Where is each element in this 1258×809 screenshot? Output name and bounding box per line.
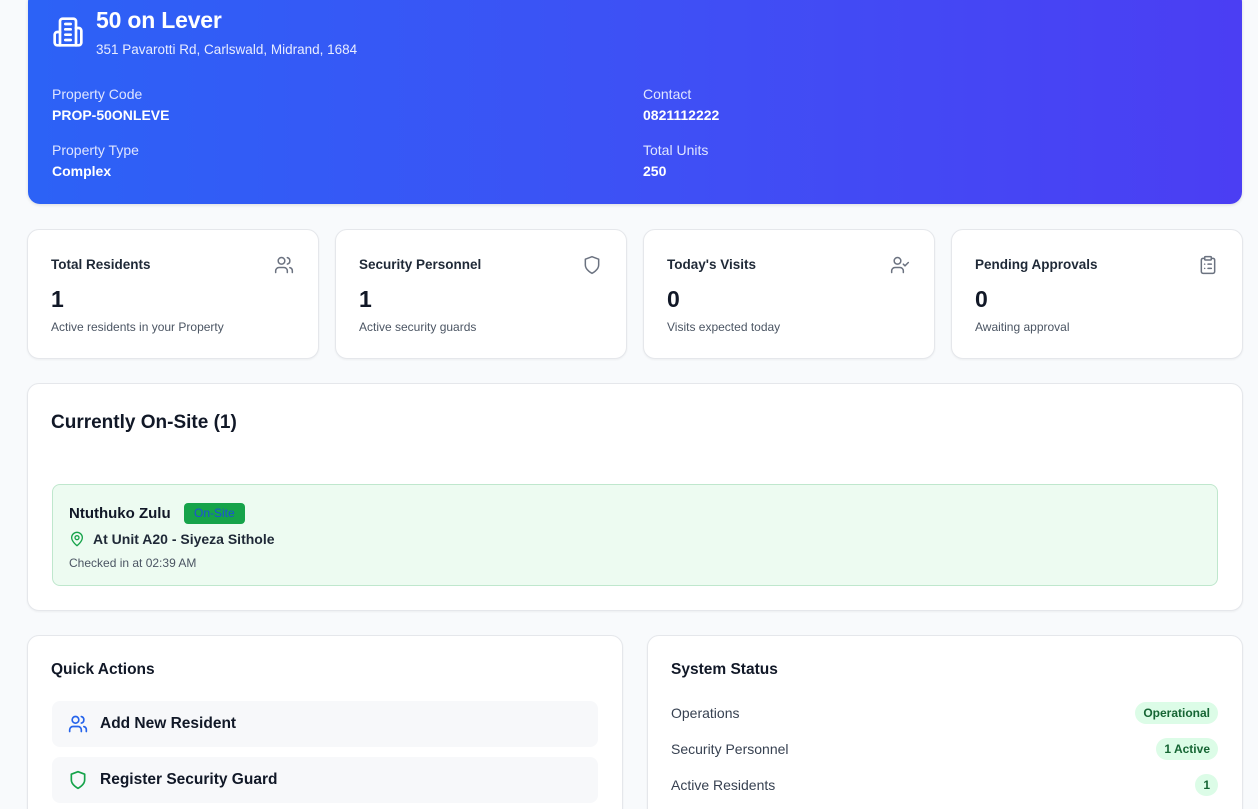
visitor-card[interactable]: Ntuthuko Zulu On-Site At Unit A20 - Siye… <box>52 484 1218 586</box>
stat-title: Pending Approvals <box>975 257 1098 272</box>
stat-value: 0 <box>667 286 680 312</box>
status-badge: 1 <box>1195 774 1218 796</box>
quick-actions-panel: Quick Actions Add New Resident Register … <box>27 635 623 809</box>
property-name: 50 on Lever <box>96 7 222 33</box>
property-type-value: Complex <box>52 163 112 179</box>
quick-actions-title: Quick Actions <box>51 661 155 678</box>
stat-subtitle: Visits expected today <box>667 320 781 334</box>
users-icon <box>274 256 294 274</box>
onsite-panel: Currently On-Site (1) Ntuthuko Zulu On-S… <box>27 383 1243 611</box>
property-address: 351 Pavarotti Rd, Carlswald, Midrand, 16… <box>96 42 358 57</box>
stat-subtitle: Active security guards <box>359 320 477 334</box>
stat-title: Security Personnel <box>359 257 482 272</box>
add-new-resident-button[interactable]: Add New Resident <box>52 701 598 747</box>
status-row-operations: Operations Operational <box>671 701 1218 725</box>
property-code-value: PROP-50ONLEVE <box>52 107 170 123</box>
shield-icon <box>70 770 86 790</box>
dashboard-page: 50 on Lever 351 Pavarotti Rd, Carlswald,… <box>0 0 1258 809</box>
onsite-title: Currently On-Site (1) <box>51 412 237 433</box>
stat-card-security-personnel: Security Personnel 1 Active security gua… <box>335 229 627 359</box>
map-pin-icon <box>71 531 83 547</box>
register-security-guard-label: Register Security Guard <box>100 771 278 788</box>
visitor-location-text: At Unit A20 - Siyeza Sithole <box>93 531 275 547</box>
register-security-guard-button[interactable]: Register Security Guard <box>52 757 598 803</box>
visitor-checkin-time: Checked in at 02:39 AM <box>69 556 197 570</box>
shield-icon <box>584 255 600 275</box>
onsite-status-badge: On-Site <box>184 503 245 524</box>
status-label: Security Personnel <box>671 741 789 757</box>
status-row-security-personnel: Security Personnel 1 Active <box>671 737 1218 761</box>
contact-label: Contact <box>643 86 692 102</box>
property-code-field: Property Code PROP-50ONLEVE <box>52 86 169 123</box>
stat-card-total-residents: Total Residents 1 Active residents in yo… <box>27 229 319 359</box>
property-code-label: Property Code <box>52 86 143 102</box>
system-status-title: System Status <box>671 661 778 678</box>
visitor-location: At Unit A20 - Siyeza Sithole <box>69 531 275 547</box>
total-units-value: 250 <box>643 163 667 179</box>
visitor-name: Ntuthuko Zulu <box>69 505 171 522</box>
status-badge: 1 Active <box>1156 738 1218 760</box>
stat-value: 0 <box>975 286 988 312</box>
users-icon <box>68 715 88 733</box>
stat-value: 1 <box>359 286 372 312</box>
status-label: Operations <box>671 705 740 721</box>
add-new-resident-label: Add New Resident <box>100 715 237 732</box>
property-type-field: Property Type Complex <box>52 142 139 179</box>
stat-title: Today's Visits <box>667 257 756 272</box>
contact-field: Contact 0821112222 <box>643 86 719 123</box>
status-label: Active Residents <box>671 777 776 793</box>
total-units-field: Total Units 250 <box>643 142 708 179</box>
stat-card-pending-approvals: Pending Approvals 0 Awaiting approval <box>951 229 1243 359</box>
stat-value: 1 <box>51 286 64 312</box>
user-check-icon <box>890 256 910 274</box>
property-type-label: Property Type <box>52 142 139 158</box>
total-units-label: Total Units <box>643 142 709 158</box>
contact-value: 0821112222 <box>643 107 720 123</box>
system-status-panel: System Status Operations Operational Sec… <box>647 635 1243 809</box>
stat-title: Total Residents <box>51 257 151 272</box>
stat-subtitle: Active residents in your Property <box>51 320 224 334</box>
property-header: 50 on Lever 351 Pavarotti Rd, Carlswald,… <box>28 0 1242 204</box>
status-row-active-residents: Active Residents 1 <box>671 773 1218 797</box>
stat-subtitle: Awaiting approval <box>975 320 1070 334</box>
building-icon <box>53 17 83 47</box>
stat-card-todays-visits: Today's Visits 0 Visits expected today <box>643 229 935 359</box>
status-badge: Operational <box>1135 702 1218 724</box>
clipboard-icon <box>1200 255 1216 275</box>
